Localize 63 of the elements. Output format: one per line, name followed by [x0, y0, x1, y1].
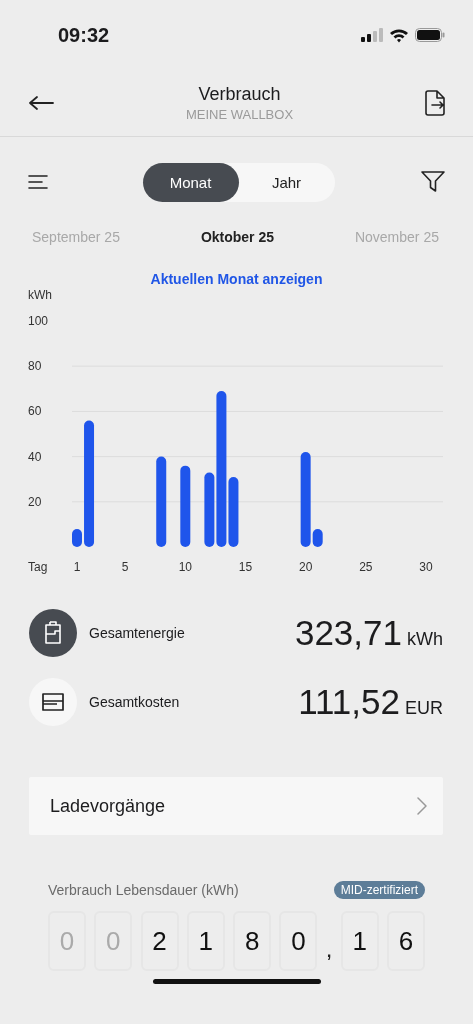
- total-unit: EUR: [405, 698, 443, 719]
- y-tick-label: 100: [28, 314, 49, 328]
- x-tick-label: 5: [121, 560, 129, 574]
- decimal-separator: ,: [325, 935, 333, 964]
- bar[interactable]: [72, 528, 82, 547]
- month-tab[interactable]: Oktober 25: [200, 229, 274, 245]
- bar[interactable]: [216, 391, 227, 547]
- chevron-right-icon: [417, 797, 427, 815]
- document-export-icon: [425, 90, 445, 116]
- bar[interactable]: [180, 465, 191, 547]
- export-button[interactable]: [425, 90, 445, 116]
- total-label: Gesamtenergie: [89, 625, 186, 641]
- current-month-link[interactable]: Aktuellen Monat anzeigen: [150, 271, 323, 287]
- battery-icon: [415, 28, 445, 42]
- page-subtitle: MEINE WALLBOX: [185, 107, 294, 122]
- total-value: 323,71: [294, 613, 402, 653]
- axis-title: Tag: [28, 560, 48, 574]
- x-tick-label: 30: [419, 560, 433, 574]
- total-value: 111,52: [298, 682, 400, 722]
- period-tab[interactable]: Jahr: [238, 162, 335, 202]
- lifetime-label: Verbrauch Lebensdauer (kWh): [48, 882, 239, 898]
- page-title: Verbrauch: [198, 84, 281, 105]
- status-time: 09:32: [58, 23, 110, 47]
- bar[interactable]: [228, 476, 239, 547]
- total-label: Gesamtkosten: [89, 694, 181, 710]
- meter-digit: 0: [279, 911, 318, 971]
- back-button[interactable]: [28, 95, 54, 111]
- meter-digit: 2: [140, 911, 179, 971]
- battery-icon: [44, 621, 62, 645]
- axis-unit-label: kWh: [28, 288, 52, 302]
- bar[interactable]: [204, 472, 215, 547]
- y-tick-label: 40: [28, 449, 42, 464]
- x-tick-label: 25: [359, 560, 373, 574]
- meter-digit: 1: [340, 911, 379, 971]
- back-arrow-icon: [28, 95, 54, 111]
- x-tick-label: 15: [238, 560, 253, 574]
- signal-icon: [361, 28, 383, 42]
- card-icon: [41, 693, 65, 711]
- y-tick-label: 20: [28, 494, 42, 509]
- meter-digit: 0: [94, 911, 133, 971]
- wifi-icon: [389, 27, 409, 43]
- row-label: Ladevorgänge: [50, 795, 166, 817]
- sort-button[interactable]: [28, 175, 48, 189]
- charging-sessions-row[interactable]: Ladevorgänge: [29, 777, 443, 835]
- list-icon: [28, 175, 48, 189]
- period-tab[interactable]: Monat: [142, 162, 239, 202]
- meter-digit: 8: [233, 911, 272, 971]
- bar[interactable]: [84, 420, 95, 547]
- x-tick-label: 20: [299, 560, 313, 574]
- certified-badge: MID-zertifiziert: [333, 881, 425, 899]
- bar[interactable]: [312, 528, 323, 547]
- x-tick-label: 10: [178, 560, 192, 574]
- bar[interactable]: [300, 452, 311, 547]
- x-tick-label: 1: [73, 560, 81, 574]
- y-tick-label: 80: [28, 359, 42, 374]
- filter-icon: [421, 171, 445, 193]
- meter-digit: 6: [386, 911, 425, 971]
- y-tick-label: 60: [28, 404, 42, 419]
- meter-digit: 1: [186, 911, 225, 971]
- filter-button[interactable]: [421, 171, 445, 193]
- meter-digit: 0: [48, 911, 86, 971]
- bar[interactable]: [156, 456, 167, 547]
- total-unit: kWh: [407, 629, 443, 650]
